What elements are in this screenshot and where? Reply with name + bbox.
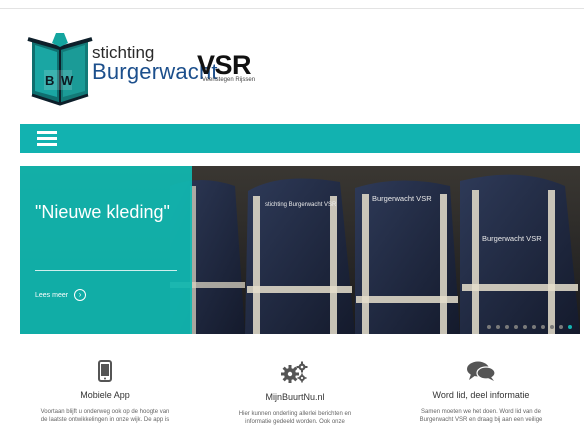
logo-tagline: Veenstegen Rijssen bbox=[202, 77, 256, 83]
arrow-right-circle-icon: › bbox=[74, 289, 87, 301]
mobile-phone-icon bbox=[98, 360, 112, 382]
slider-dot[interactable] bbox=[487, 325, 491, 329]
slider-dot[interactable] bbox=[541, 325, 545, 329]
feature-text-line: Hier kunnen onderling allerlei berichten… bbox=[238, 411, 352, 417]
chat-bubbles-icon bbox=[467, 361, 496, 381]
main-navbar bbox=[20, 124, 580, 153]
slider-dot[interactable] bbox=[568, 325, 572, 329]
feature-text-line: de laatste ontwikkelingen in onze wijk. … bbox=[40, 417, 170, 423]
slider-dot[interactable] bbox=[550, 325, 554, 329]
jacket-logo-text-small: stichting Burgerwacht VSR bbox=[265, 202, 337, 208]
gears-icon bbox=[281, 361, 308, 383]
feature-title: MijnBuurtNu.nl bbox=[265, 392, 325, 402]
feature-text: Voortaan blijft u onderweg ook op de hoo… bbox=[10, 408, 200, 424]
slide-caption: "Nieuwe kleding" Lees meer › bbox=[20, 166, 192, 334]
feature-word-lid: Word lid, deel informatie Samen moeten w… bbox=[386, 360, 576, 424]
feature-title: Mobiele App bbox=[80, 390, 130, 400]
feature-text-line: Samen moeten we het doen. Word lid van d… bbox=[421, 409, 541, 415]
site-logo[interactable]: B W stichting Burgerwacht VSR Veenstegen… bbox=[26, 33, 266, 113]
caption-title: "Nieuwe kleding" bbox=[35, 202, 170, 222]
jacket-logo-text-2: Burgerwacht VSR bbox=[482, 234, 542, 243]
jacket-logo-text: Burgerwacht VSR bbox=[372, 194, 432, 203]
slider-dot[interactable] bbox=[523, 325, 527, 329]
slider-dot[interactable] bbox=[505, 325, 509, 329]
hero-slider[interactable]: stichting Burgerwacht VSR Burgerwacht VS… bbox=[20, 166, 580, 334]
hamburger-icon[interactable] bbox=[37, 131, 57, 147]
feature-text-line: informatie gedeeld worden. Ook onze bbox=[245, 419, 345, 425]
slider-pagination bbox=[487, 325, 572, 329]
read-more-link[interactable]: Lees meer › bbox=[35, 289, 87, 301]
feature-mobile-app: Mobiele App Voortaan blijft u onderweg o… bbox=[10, 360, 200, 424]
feature-section: Mobiele App Voortaan blijft u onderweg o… bbox=[0, 360, 584, 443]
feature-text: Hier kunnen onderling allerlei berichten… bbox=[200, 410, 390, 426]
slider-dot[interactable] bbox=[532, 325, 536, 329]
top-border bbox=[0, 0, 584, 9]
logo-initial-w: W bbox=[61, 73, 74, 88]
feature-mijnbuurtnu: MijnBuurtNu.nl Hier kunnen onderling all… bbox=[200, 360, 390, 426]
feature-text-line: Voortaan blijft u onderweg ook op de hoo… bbox=[40, 409, 170, 415]
logo-initial-b: B bbox=[45, 73, 54, 88]
feature-title: Word lid, deel informatie bbox=[432, 390, 530, 400]
book-logo-icon: B W bbox=[27, 33, 93, 106]
slider-dot[interactable] bbox=[514, 325, 518, 329]
slider-dot[interactable] bbox=[559, 325, 563, 329]
feature-text-line: Burgerwacht VSR en draag bij aan een vei… bbox=[419, 417, 543, 423]
caption-divider bbox=[35, 270, 177, 271]
slider-dot[interactable] bbox=[496, 325, 500, 329]
feature-text: Samen moeten we het doen. Word lid van d… bbox=[386, 408, 576, 424]
read-more-label: Lees meer bbox=[35, 291, 69, 299]
